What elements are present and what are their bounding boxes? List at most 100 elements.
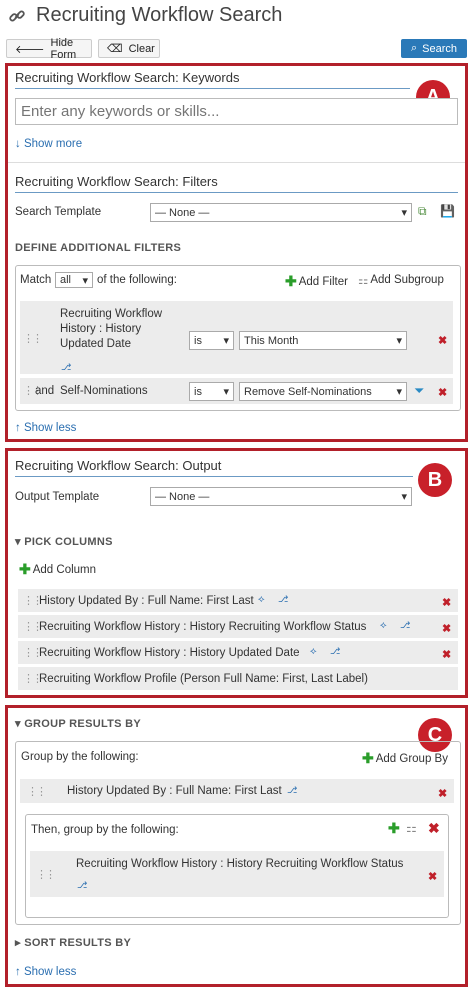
relation-icon: ⎇ (400, 620, 411, 630)
define-filters-heading: DEFINE ADDITIONAL FILTERS (15, 242, 182, 254)
pick-columns-label: PICK COLUMNS (24, 536, 113, 548)
chevron-down-icon: ▾ (223, 386, 229, 398)
share-icon: ⟡ (310, 646, 317, 657)
remove-icon[interactable]: ✖ (438, 787, 447, 800)
show-less-link[interactable]: ↑ Show less (15, 422, 76, 434)
filter-operator-select[interactable]: is ▾ (189, 331, 234, 350)
chevron-down-icon: ▾ (223, 335, 229, 347)
clear-button[interactable]: ⌫ Clear (98, 39, 160, 58)
match-suffix: of the following: (97, 274, 177, 286)
close-icon[interactable]: ✖ (428, 820, 440, 837)
add-subgroup-label: Add Subgroup (370, 274, 444, 286)
keywords-title: Recruiting Workflow Search: Keywords (15, 70, 410, 89)
copy-icon[interactable]: ⧉ (418, 204, 427, 219)
filter-conjunction: and (35, 385, 55, 397)
output-template-select[interactable]: — None — ▾ (150, 487, 412, 506)
search-template-value: — None — (155, 206, 210, 219)
divider (8, 162, 465, 163)
match-value: all (60, 274, 72, 286)
eraser-icon: ⌫ (107, 43, 123, 55)
plus-icon: ✚ (19, 561, 31, 577)
remove-icon[interactable]: ✖ (428, 870, 437, 883)
share-icon: ⟡ (258, 594, 265, 605)
output-title: Recruiting Workflow Search: Output (15, 458, 413, 477)
relation-icon: ⎇ (278, 594, 289, 604)
show-more-label: Show more (23, 138, 83, 150)
page-title: Recruiting Workflow Search (36, 4, 283, 26)
chevron-down-icon: ▾ (396, 386, 402, 398)
group-results-heading[interactable]: ▾ GROUP RESULTS BY (15, 717, 141, 730)
filter-field: Recruiting Workflow History : History Up… (60, 308, 163, 350)
output-template-value: — None — (155, 490, 210, 503)
remove-icon[interactable]: ✖ (442, 622, 451, 635)
clear-label: Clear (128, 42, 155, 55)
search-template-select[interactable]: — None — ▾ (150, 203, 412, 222)
pick-columns-heading[interactable]: ▾ PICK COLUMNS (15, 535, 113, 548)
show-less-label: Show less (23, 966, 77, 978)
hide-form-label: Hide Form (50, 36, 77, 61)
group-row-label: History Updated By : Full Name: First La… (67, 785, 282, 797)
relation-icon: ⎇ (330, 646, 341, 656)
arrow-left-icon: 🡐 (15, 43, 45, 56)
add-column-button[interactable]: ✚ Add Column (19, 561, 96, 578)
save-icon[interactable]: 💾 (440, 204, 455, 218)
search-button[interactable]: ⌕ Search (401, 39, 467, 58)
add-subgroup-button[interactable]: ⚏ Add Subgroup (358, 273, 444, 287)
remove-icon[interactable]: ✖ (442, 648, 451, 661)
filter-field: Self-Nominations (60, 385, 148, 397)
arrow-up-icon: ↑ (15, 422, 21, 434)
add-filter-button[interactable]: ✚ Add Filter (285, 273, 348, 290)
badge-b: B (418, 463, 452, 497)
caret-down-icon: ▾ (15, 536, 21, 548)
filter-value-select[interactable]: Remove Self-Nominations ▾ (239, 382, 407, 401)
chevron-down-icon: ▾ (401, 207, 407, 219)
then-group-label: Then, group by the following: (31, 824, 179, 836)
match-select[interactable]: all ▾ (55, 272, 93, 288)
show-more-link[interactable]: ↓ Show more (15, 138, 82, 150)
add-filter-label: Add Filter (298, 275, 348, 288)
drag-handle-icon[interactable]: ⋮⋮ (36, 868, 56, 881)
filter-value-select[interactable]: This Month ▾ (239, 331, 407, 350)
add-group-button[interactable]: ✚ Add Group By (362, 750, 448, 767)
column-label: Recruiting Workflow Profile (Person Full… (39, 673, 368, 685)
filter-operator-value: is (194, 334, 202, 347)
group-by-label: Group by the following: (21, 751, 139, 763)
sort-results-heading[interactable]: ▸ SORT RESULTS BY (15, 936, 131, 949)
plus-icon: ✚ (285, 273, 297, 289)
match-label: Match (20, 274, 52, 286)
caret-right-icon: ▸ (15, 937, 21, 949)
subgroup-icon[interactable]: ⚏ (406, 821, 417, 835)
add-group-label: Add Group By (375, 752, 448, 765)
filters-title: Recruiting Workflow Search: Filters (15, 174, 458, 193)
arrow-up-icon: ↑ (15, 966, 21, 978)
share-icon: ⟡ (380, 620, 387, 631)
caret-down-icon: ▾ (15, 718, 21, 730)
show-less-link[interactable]: ↑ Show less (15, 966, 76, 978)
filter-operator-select[interactable]: is ▾ (189, 382, 234, 401)
keywords-input[interactable] (15, 98, 458, 125)
plus-icon[interactable]: ✚ (388, 820, 400, 837)
plus-icon: ✚ (362, 750, 374, 766)
subgroup-icon: ⚏ (358, 275, 369, 287)
link-icon (9, 10, 25, 21)
group-results-label: GROUP RESULTS BY (24, 718, 142, 730)
column-label: Recruiting Workflow History : History Up… (39, 647, 300, 659)
column-label: Recruiting Workflow History : History Re… (39, 621, 367, 633)
remove-icon[interactable]: ✖ (438, 386, 447, 399)
hide-form-button[interactable]: 🡐 Hide Form (6, 36, 92, 61)
search-label: Search (422, 42, 458, 55)
drag-handle-icon[interactable]: ⋮⋮ (27, 785, 47, 798)
remove-icon[interactable]: ✖ (438, 334, 447, 347)
column-label: History Updated By : Full Name: First La… (39, 595, 254, 607)
relation-icon: ⎇ (287, 785, 298, 795)
group-row-label: Recruiting Workflow History : History Re… (76, 858, 404, 870)
relation-icon: ⎇ (77, 880, 88, 890)
filter-value: This Month (244, 334, 299, 347)
page-header: Recruiting Workflow Search (8, 4, 282, 27)
funnel-icon[interactable]: ⏷ (414, 383, 424, 399)
show-less-label: Show less (23, 422, 77, 434)
drag-handle-icon[interactable]: ⋮⋮ (23, 332, 43, 345)
sort-results-label: SORT RESULTS BY (24, 937, 132, 949)
relation-icon: ⎇ (61, 362, 72, 372)
remove-icon[interactable]: ✖ (442, 596, 451, 609)
